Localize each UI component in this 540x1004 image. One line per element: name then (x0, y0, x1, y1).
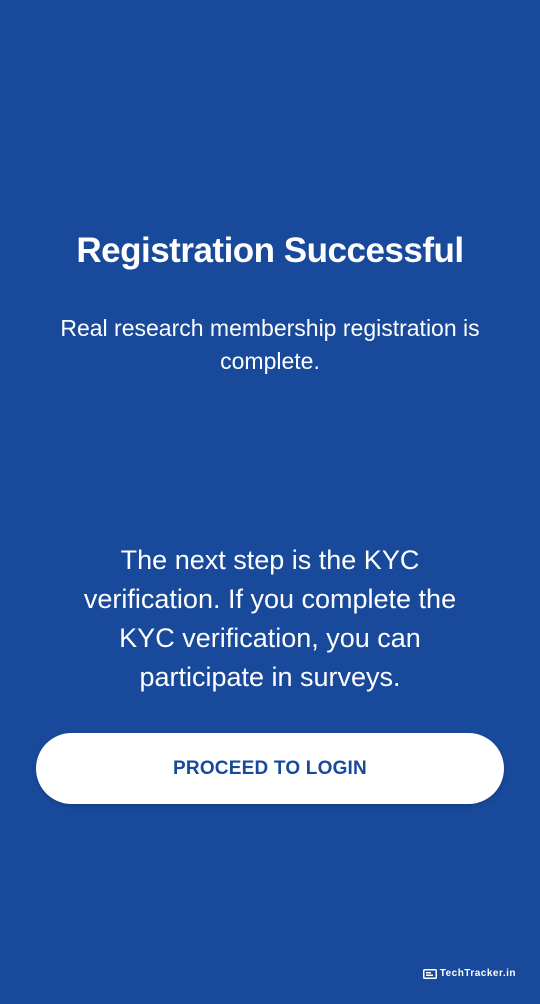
watermark-text: TechTracker.in (439, 968, 516, 979)
page-title: Registration Successful (76, 231, 464, 270)
monitor-icon (422, 968, 437, 979)
watermark-logo: TechTracker.in (422, 968, 516, 979)
kyc-next-step-message: The next step is the KYC verification. I… (83, 545, 457, 692)
proceed-to-login-button[interactable]: PROCEED TO LOGIN (36, 733, 504, 804)
registration-complete-message: Real research membership registration is… (60, 315, 480, 374)
